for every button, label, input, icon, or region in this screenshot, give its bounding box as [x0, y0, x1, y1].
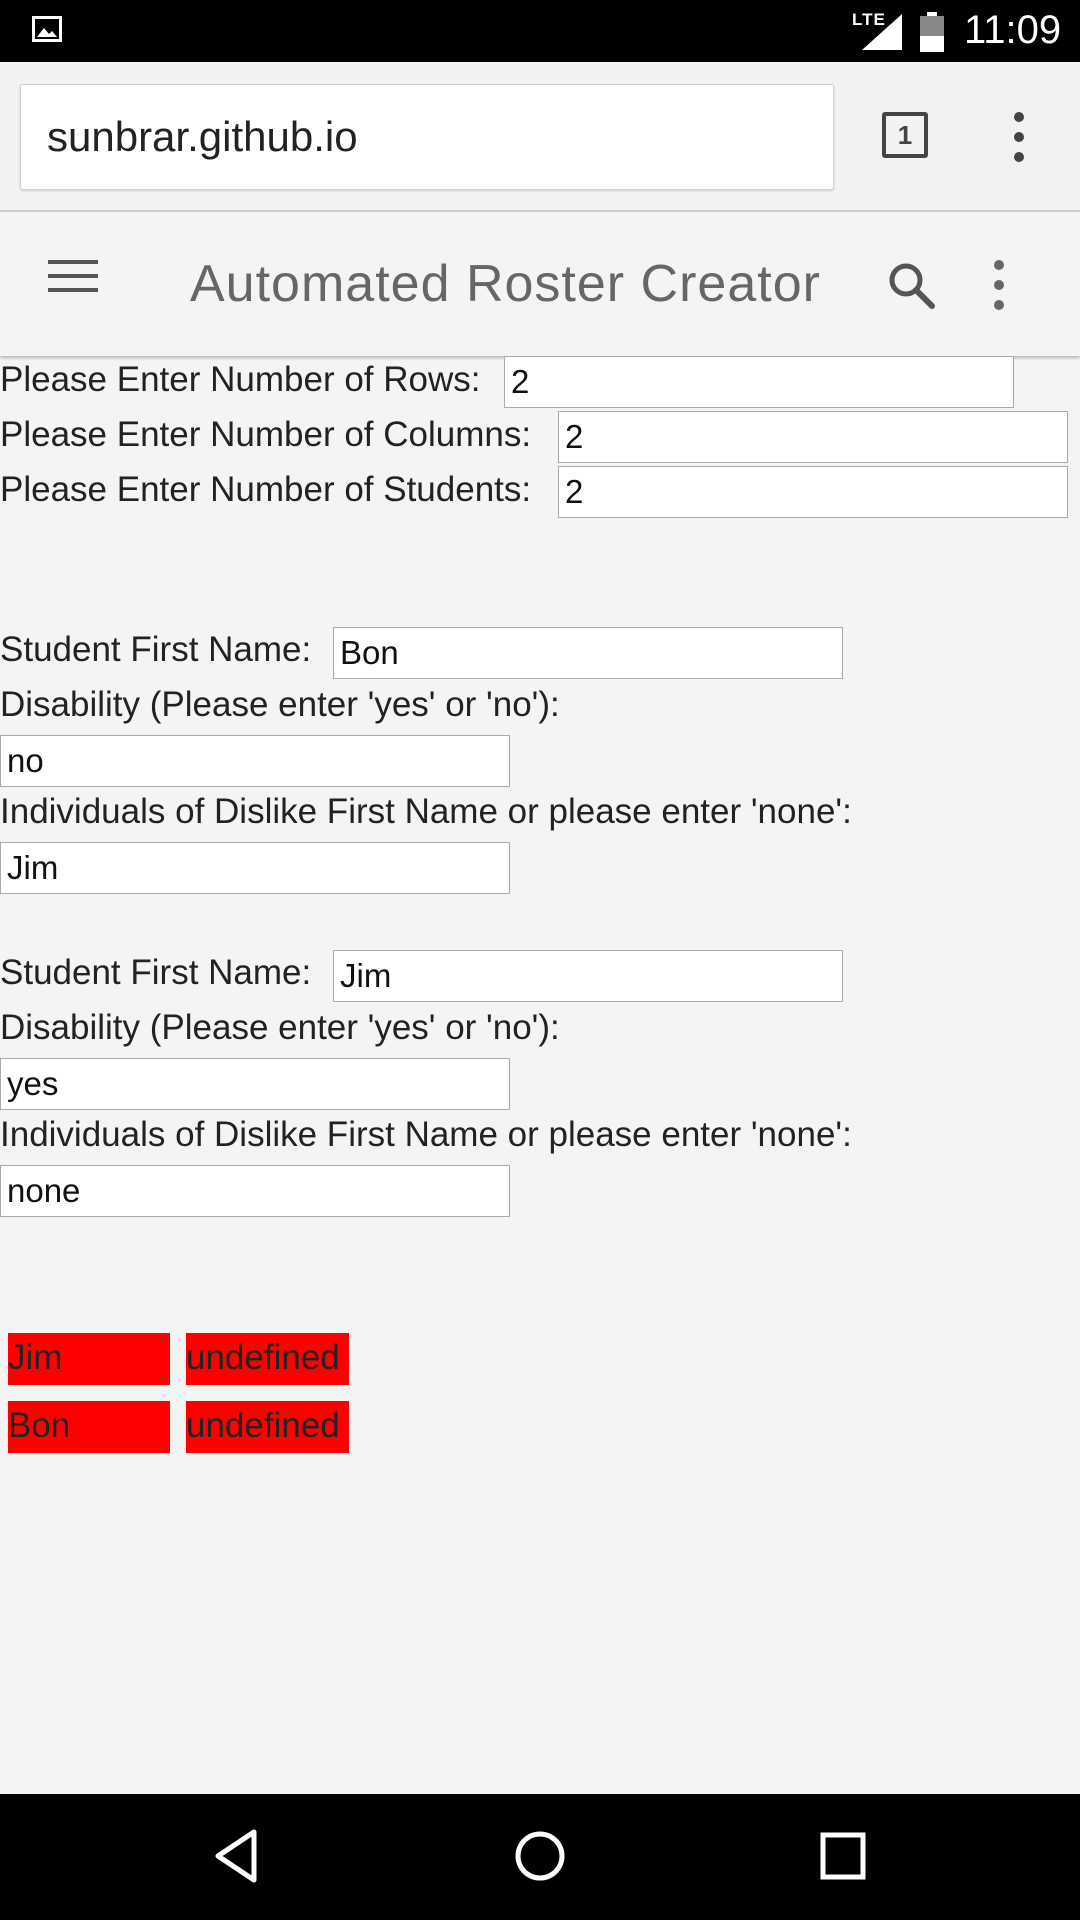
student-2-disability-input[interactable]: [0, 1058, 510, 1110]
students-label: Please Enter Number of Students:: [0, 470, 532, 509]
student-2-name-label: Student First Name:: [0, 953, 312, 992]
app-bar: Automated Roster Creator: [0, 212, 1080, 356]
search-icon[interactable]: [884, 258, 940, 314]
student-1-disability-input[interactable]: [0, 735, 510, 787]
browser-toolbar: sunbrar.github.io 1: [0, 62, 1080, 212]
home-icon[interactable]: [512, 1826, 568, 1886]
recents-icon[interactable]: [818, 1828, 868, 1884]
signal-icon: [862, 14, 902, 50]
student-1-dislike-label: Individuals of Dislike First Name or ple…: [0, 792, 852, 831]
battery-icon: [920, 12, 944, 52]
columns-label: Please Enter Number of Columns:: [0, 415, 532, 454]
page-title: Automated Roster Creator: [190, 255, 821, 313]
roster-cell: Jim: [8, 1333, 170, 1385]
student-2-disability-label: Disability (Please enter 'yes' or 'no'):: [0, 1008, 560, 1047]
student-2-dislike-input[interactable]: [0, 1165, 510, 1217]
app-overflow-menu-icon[interactable]: [988, 260, 1010, 312]
student-1-name-label: Student First Name:: [0, 630, 312, 669]
students-input[interactable]: [558, 466, 1068, 518]
browser-overflow-menu-icon[interactable]: [1004, 112, 1034, 162]
rows-label: Please Enter Number of Rows:: [0, 360, 481, 399]
roster-cell: undefined: [186, 1401, 349, 1453]
gallery-icon: [32, 16, 62, 42]
back-icon[interactable]: [210, 1826, 260, 1886]
student-1-name-input[interactable]: [333, 627, 843, 679]
url-bar[interactable]: sunbrar.github.io: [20, 84, 834, 190]
clock: 11:09: [964, 8, 1062, 52]
url-text: sunbrar.github.io: [47, 113, 358, 160]
status-bar: LTE 11:09: [0, 0, 1080, 62]
roster-cell: Bon: [8, 1401, 170, 1453]
student-1-disability-label: Disability (Please enter 'yes' or 'no'):: [0, 685, 560, 724]
rows-input[interactable]: [504, 356, 1014, 408]
student-2-dislike-label: Individuals of Dislike First Name or ple…: [0, 1115, 852, 1154]
roster-cell: undefined: [186, 1333, 349, 1385]
student-2-name-input[interactable]: [333, 950, 843, 1002]
system-nav-bar: [0, 1794, 1080, 1920]
menu-icon[interactable]: [48, 260, 98, 300]
tab-switcher-button[interactable]: 1: [882, 112, 928, 158]
columns-input[interactable]: [558, 411, 1068, 463]
student-1-dislike-input[interactable]: [0, 842, 510, 894]
